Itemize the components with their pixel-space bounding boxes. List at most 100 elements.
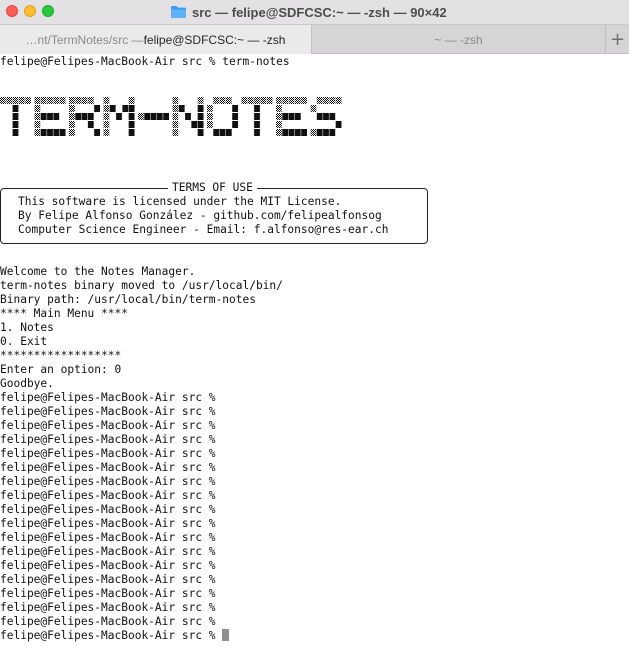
logo-block [197, 105, 204, 112]
prompt-line: felipe@Felipes-MacBook-Air src % [0, 629, 230, 643]
terminal-output[interactable]: felipe@Felipes-MacBook-Air src % term-no… [0, 54, 629, 646]
logo-block [75, 113, 82, 120]
logo-block [213, 129, 220, 136]
logo-block [260, 97, 267, 104]
logo-block [47, 113, 53, 120]
logo-block [254, 129, 260, 136]
command-line: felipe@Felipes-MacBook-Air src % term-no… [0, 55, 290, 68]
tab-felipe-sdfcsc[interactable]: …nt/TermNotes/src — felipe@SDFCSC:~ — -z… [0, 25, 312, 54]
logo-block [172, 105, 179, 112]
logo-block [288, 97, 295, 104]
logo-block [276, 105, 282, 112]
logo-block [172, 97, 179, 104]
logo-block [81, 113, 88, 120]
tab-path-prefix: …nt/TermNotes/src — [25, 32, 144, 47]
logo-block [103, 129, 110, 136]
logo-block [266, 97, 273, 104]
logo-block [47, 97, 53, 104]
logo-block [12, 97, 19, 104]
logo-block [225, 129, 232, 136]
output-line: 1. Notes [0, 321, 54, 334]
new-tab-button[interactable]: + [605, 25, 629, 54]
logo-block [59, 129, 66, 136]
logo-block [323, 129, 329, 136]
tab-home-zsh[interactable]: ~ — -zsh [312, 25, 605, 54]
logo-block [329, 97, 336, 104]
logo-block [323, 97, 329, 104]
logo-block [40, 129, 47, 136]
close-window-button[interactable] [6, 5, 18, 17]
folder-icon [171, 6, 186, 18]
logo-block [316, 97, 323, 104]
logo-block [12, 129, 19, 136]
logo-block [197, 121, 204, 128]
logo-block [301, 97, 307, 104]
output-line: ****************** [0, 349, 122, 362]
window-title-group: src — felipe@SDFCSC:~ — -zsh — 90×42 [170, 3, 447, 21]
logo-block [225, 97, 232, 104]
logo-block [207, 121, 213, 128]
logo-block [172, 129, 179, 136]
logo-block [144, 113, 151, 120]
logo-block [232, 105, 238, 112]
logo-block [53, 113, 60, 120]
output-line: term-notes binary moved to /usr/local/bi… [0, 279, 283, 292]
logo-block [310, 129, 317, 136]
tab-label: ~ — -zsh [434, 32, 483, 47]
logo-block [294, 97, 301, 104]
prompt-line: felipe@Felipes-MacBook-Air src % [0, 517, 223, 530]
logo-block [219, 97, 226, 104]
logo-block [34, 105, 41, 112]
logo-block [156, 113, 163, 120]
logo-block [103, 105, 110, 112]
logo-block [87, 121, 94, 128]
logo-block [207, 113, 213, 120]
logo-block [310, 105, 317, 112]
terminal-window: src — felipe@SDFCSC:~ — -zsh — 90×42 …nt… [0, 0, 629, 646]
terms-line-license: This software is licensed under the MIT … [18, 195, 342, 208]
prompt-line: felipe@Felipes-MacBook-Air src % [0, 601, 223, 614]
logo-block [87, 113, 94, 120]
logo-block [191, 121, 198, 128]
logo-block [40, 113, 47, 120]
minimize-window-button[interactable] [24, 5, 36, 17]
logo-block [34, 113, 41, 120]
logo-block [294, 129, 301, 136]
logo-block [103, 121, 110, 128]
output-line: Goodbye. [0, 377, 54, 390]
logo-block [276, 113, 282, 120]
logo-block [116, 113, 122, 120]
prompt-line: felipe@Felipes-MacBook-Air src % [0, 419, 223, 432]
logo-block [75, 97, 82, 104]
prompt-line: felipe@Felipes-MacBook-Air src % [0, 475, 223, 488]
logo-block [40, 97, 47, 104]
prompt-line: felipe@Felipes-MacBook-Air src % [0, 433, 223, 446]
logo-block [185, 113, 191, 120]
output-line: Enter an option: 0 [0, 363, 122, 376]
logo-block [288, 113, 295, 120]
logo-block [282, 129, 289, 136]
logo-block [335, 97, 342, 104]
logo-block [323, 113, 329, 120]
prompt-line: felipe@Felipes-MacBook-Air src % [0, 405, 223, 418]
title-bar[interactable]: src — felipe@SDFCSC:~ — -zsh — 90×42 [0, 0, 629, 24]
term-notes-ascii-logo [0, 97, 342, 136]
logo-block [12, 113, 19, 120]
logo-block [335, 121, 342, 128]
text-cursor [222, 629, 230, 641]
logo-block [232, 113, 238, 120]
maximize-window-button[interactable] [42, 5, 54, 17]
terms-of-use-title: TERMS OF USE [168, 181, 257, 195]
logo-block [53, 97, 60, 104]
prompt-line: felipe@Felipes-MacBook-Air src % [0, 587, 223, 600]
logo-block [254, 113, 260, 120]
prompt-line: felipe@Felipes-MacBook-Air src % [0, 391, 223, 404]
window-title: src — felipe@SDFCSC:~ — -zsh — 90×42 [192, 4, 447, 20]
logo-block [150, 113, 157, 120]
logo-block [128, 129, 135, 136]
logo-block [197, 97, 204, 104]
logo-block [254, 105, 260, 112]
logo-block [122, 105, 129, 112]
output-line: Welcome to the Notes Manager. [0, 265, 196, 278]
prompt-line: felipe@Felipes-MacBook-Air src % [0, 447, 223, 460]
